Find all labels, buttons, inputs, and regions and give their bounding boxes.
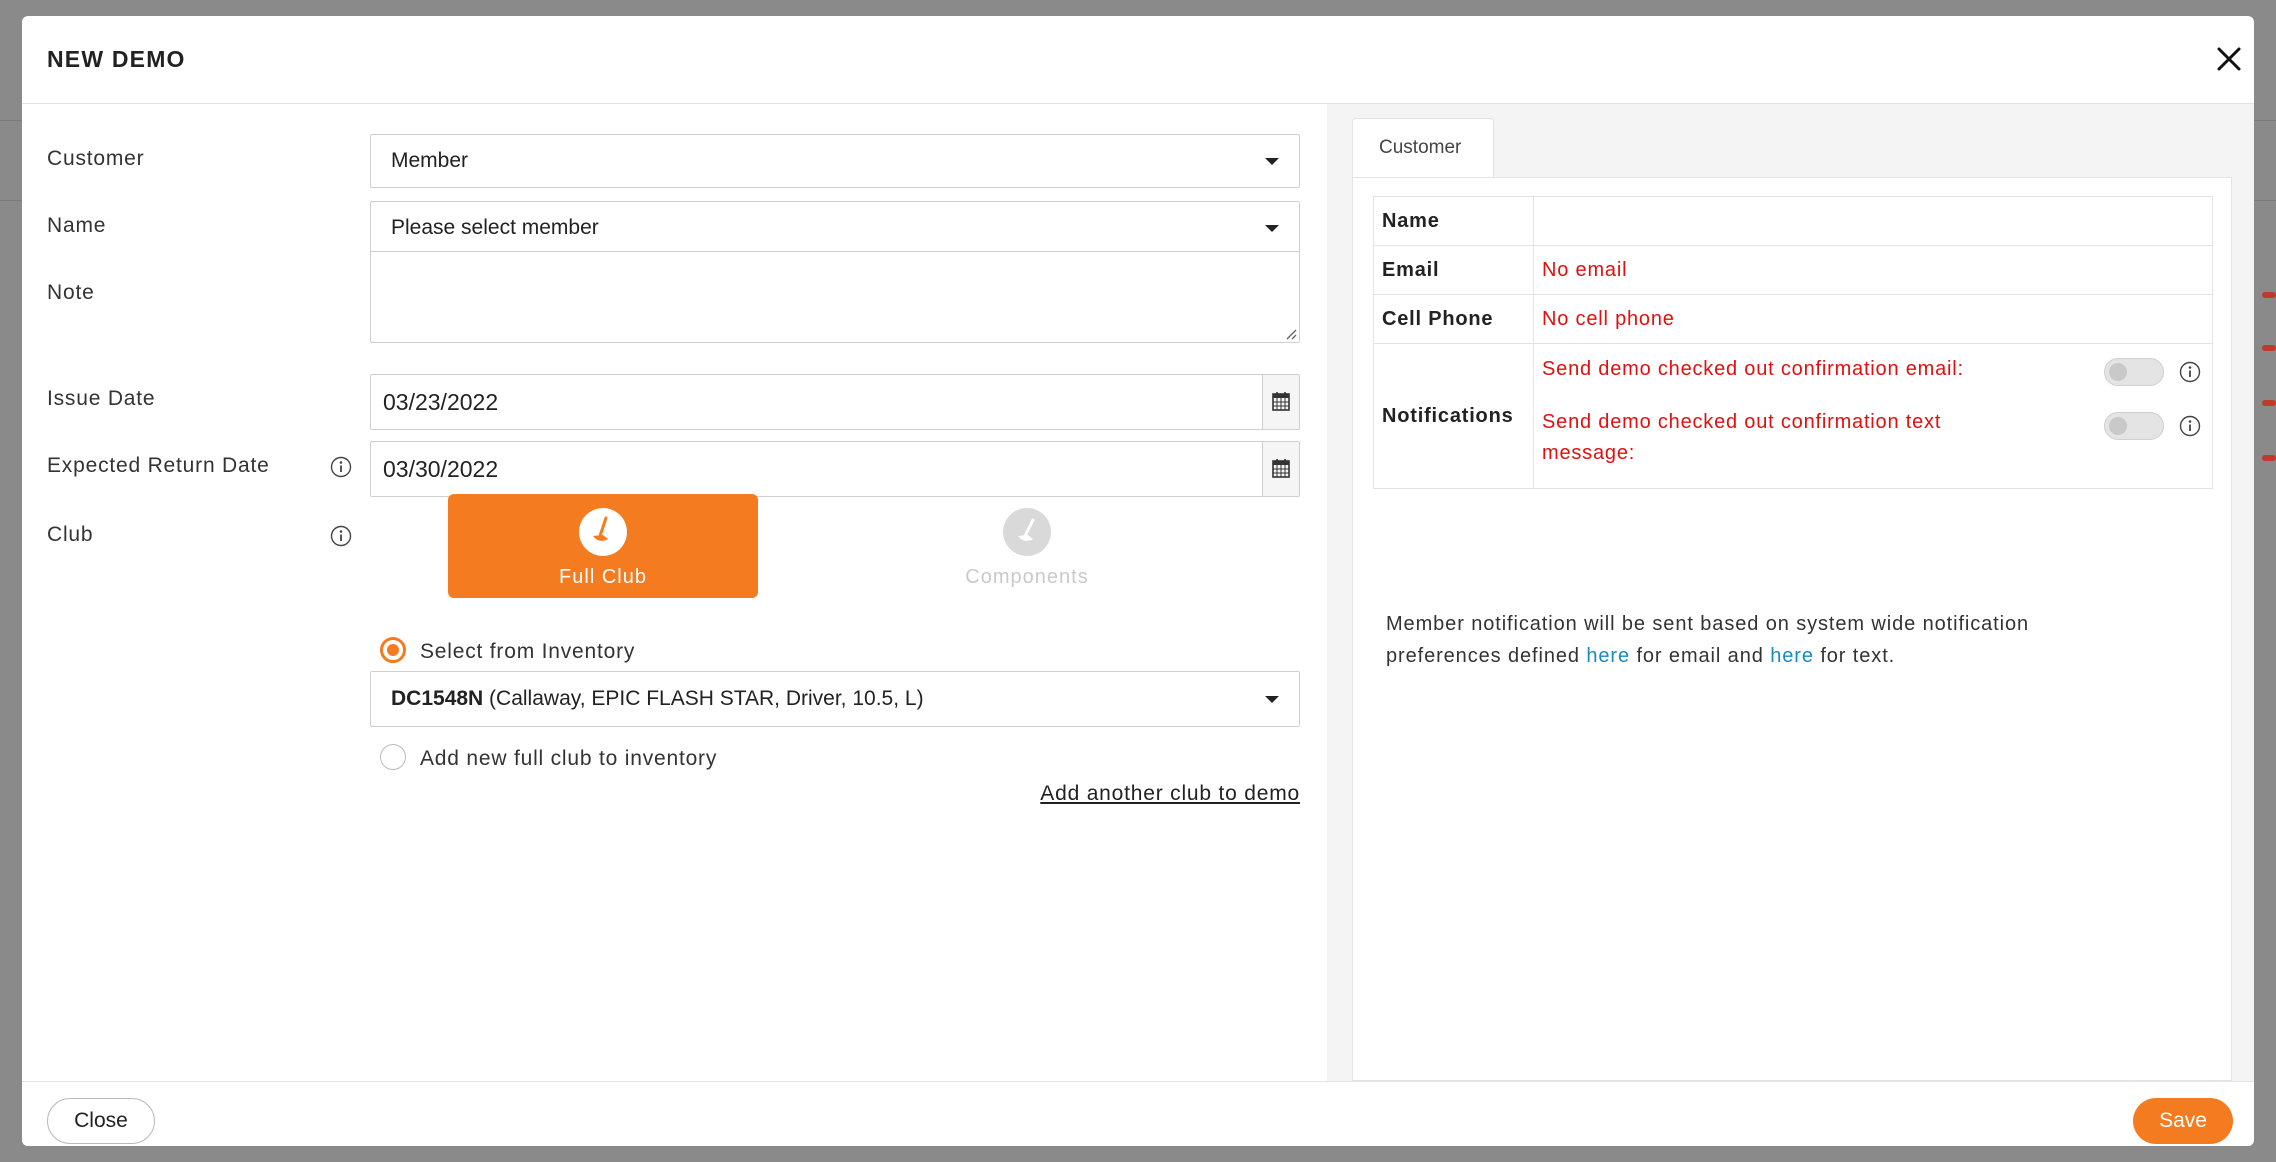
email-notification-label: Send demo checked out confirmation email… xyxy=(1542,358,1964,380)
chevron-down-icon xyxy=(1265,158,1279,165)
return-date-calendar-button[interactable] xyxy=(1262,442,1299,496)
tab-customer-label: Customer xyxy=(1379,137,1462,158)
info-icon[interactable] xyxy=(330,456,352,478)
issue-date-calendar-button[interactable] xyxy=(1262,375,1299,429)
golf-club-icon xyxy=(1003,508,1051,556)
tab-customer[interactable]: Customer xyxy=(1352,118,1494,178)
components-button[interactable]: Components xyxy=(872,494,1182,598)
calendar-icon xyxy=(1272,392,1290,411)
new-demo-dialog: NEW DEMO Customer Member Name Please sel… xyxy=(22,16,2254,1146)
golf-club-icon xyxy=(579,508,627,556)
info-icon[interactable] xyxy=(2179,361,2201,383)
note-textarea[interactable] xyxy=(370,251,1300,343)
select-from-inventory-label: Select from Inventory xyxy=(420,640,636,663)
dialog-footer: Close Save xyxy=(22,1081,2254,1146)
dialog-header: NEW DEMO xyxy=(22,16,2254,104)
info-icon[interactable] xyxy=(330,525,352,547)
add-new-club-label: Add new full club to inventory xyxy=(420,747,718,770)
resize-handle-icon[interactable] xyxy=(1283,326,1297,340)
components-label: Components xyxy=(965,566,1089,588)
name-value xyxy=(1533,196,2213,246)
issue-date-label: Issue Date xyxy=(47,387,156,410)
customer-select-value: Member xyxy=(391,149,469,172)
full-club-button[interactable]: Full Club xyxy=(448,494,758,598)
customer-label: Customer xyxy=(47,147,145,170)
table-row: Name xyxy=(1373,196,2213,246)
cell-phone-key: Cell Phone xyxy=(1373,294,1534,344)
name-key: Name xyxy=(1373,196,1534,246)
select-from-inventory-radio[interactable] xyxy=(380,637,406,663)
email-key: Email xyxy=(1373,245,1534,295)
name-label: Name xyxy=(47,214,107,237)
customer-info-table: Name Email No email Cell Phone No cell p… xyxy=(1373,196,2213,489)
backdrop-marker xyxy=(2262,345,2276,351)
close-button[interactable]: Close xyxy=(47,1098,155,1144)
inventory-club-value: DC1548N (Callaway, EPIC FLASH STAR, Driv… xyxy=(391,687,924,711)
issue-date-value: 03/23/2022 xyxy=(383,389,499,415)
customer-panel: Customer Name Email No email Cell Phone … xyxy=(1327,104,2254,1081)
calendar-icon xyxy=(1272,459,1290,478)
cell-phone-value: No cell phone xyxy=(1533,294,2213,344)
info-icon[interactable] xyxy=(2179,415,2201,437)
issue-date-field[interactable]: 03/23/2022 xyxy=(370,374,1300,430)
full-club-label: Full Club xyxy=(559,566,647,588)
backdrop-marker xyxy=(2262,400,2276,406)
expected-return-date-label: Expected Return Date xyxy=(47,454,270,477)
save-button[interactable]: Save xyxy=(2133,1098,2233,1144)
customer-select[interactable]: Member xyxy=(370,134,1300,188)
chevron-down-icon xyxy=(1265,225,1279,232)
close-icon[interactable] xyxy=(2214,44,2244,74)
text-notification-label: Send demo checked out confirmation text … xyxy=(1542,411,1942,464)
note-label: Note xyxy=(47,281,95,304)
backdrop-marker xyxy=(2262,455,2276,461)
email-value: No email xyxy=(1533,245,2213,295)
notifications-value: Send demo checked out confirmation email… xyxy=(1533,343,2213,489)
text-notification-toggle[interactable] xyxy=(2104,412,2164,440)
expected-return-date-value: 03/30/2022 xyxy=(383,456,499,482)
backdrop-marker xyxy=(2262,292,2276,298)
member-select[interactable]: Please select member xyxy=(370,201,1300,255)
text-preferences-link[interactable]: here xyxy=(1770,645,1814,667)
inventory-club-details: (Callaway, EPIC FLASH STAR, Driver, 10.5… xyxy=(483,687,924,710)
notification-info-text: Member notification will be sent based o… xyxy=(1386,608,2146,672)
club-label: Club xyxy=(47,523,94,546)
email-notification-toggle[interactable] xyxy=(2104,358,2164,386)
table-row: Cell Phone No cell phone xyxy=(1373,294,2213,344)
member-select-value: Please select member xyxy=(391,216,599,239)
add-another-club-link[interactable]: Add another club to demo xyxy=(1040,782,1300,806)
expected-return-date-field[interactable]: 03/30/2022 xyxy=(370,441,1300,497)
demo-form: Customer Member Name Please select membe… xyxy=(22,104,1327,1081)
note-text: for text. xyxy=(1813,645,1896,667)
inventory-club-select[interactable]: DC1548N (Callaway, EPIC FLASH STAR, Driv… xyxy=(370,671,1300,727)
add-new-club-radio[interactable] xyxy=(380,744,406,770)
email-preferences-link[interactable]: here xyxy=(1586,645,1630,667)
chevron-down-icon xyxy=(1265,696,1279,703)
table-row: Notifications Send demo checked out conf… xyxy=(1373,343,2213,489)
dialog-title: NEW DEMO xyxy=(47,46,186,72)
table-row: Email No email xyxy=(1373,245,2213,295)
customer-tab-content: Name Email No email Cell Phone No cell p… xyxy=(1352,177,2232,1081)
notifications-key: Notifications xyxy=(1373,343,1534,489)
inventory-club-code: DC1548N xyxy=(391,687,484,710)
note-text: for email and xyxy=(1629,645,1771,667)
